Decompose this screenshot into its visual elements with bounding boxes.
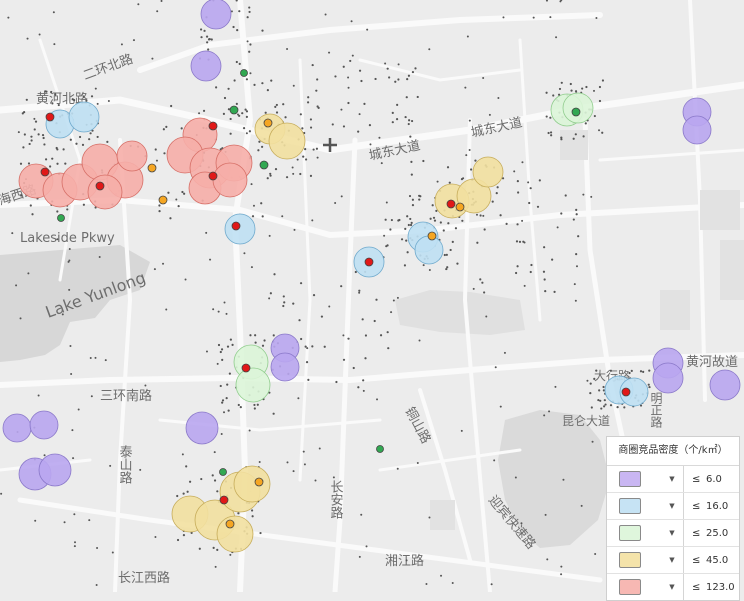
road-label-changan: 长安路 — [328, 480, 344, 519]
store-marker — [158, 195, 168, 205]
store-marker — [376, 445, 384, 453]
legend-row[interactable]: ▼ ≤ 25.0 — [607, 520, 739, 547]
road-label-mingzheng: 明正路 — [649, 392, 663, 429]
dropdown-arrow-icon[interactable]: ▼ — [665, 583, 679, 591]
legend-operator: ≤ — [692, 473, 701, 485]
legend-operator: ≤ — [692, 554, 701, 566]
store-marker — [427, 231, 437, 241]
legend-operator: ≤ — [692, 500, 701, 512]
store-marker — [219, 495, 229, 505]
legend-divider — [683, 547, 684, 573]
legend-swatch — [619, 498, 641, 514]
store-marker — [364, 257, 374, 267]
legend-divider — [683, 493, 684, 519]
road-label-xiangjiang: 湘江路 — [385, 553, 424, 569]
store-marker — [147, 163, 157, 173]
legend-swatch — [619, 552, 641, 568]
road-label-changjiang-xi: 长江西路 — [118, 570, 170, 586]
store-marker — [241, 363, 251, 373]
road-label-huanghe-gu: 黄河故道 — [686, 355, 738, 370]
store-marker — [57, 214, 65, 222]
legend-swatch — [619, 471, 641, 487]
store-marker — [95, 181, 105, 191]
legend-swatch — [619, 525, 641, 541]
store-marker — [254, 477, 264, 487]
legend-operator: ≤ — [692, 581, 701, 593]
dropdown-arrow-icon[interactable]: ▼ — [665, 475, 679, 483]
legend-divider — [683, 520, 684, 546]
store-marker — [225, 519, 235, 529]
road-label-sanhuan-nan: 三环南路 — [100, 388, 152, 404]
dropdown-arrow-icon[interactable]: ▼ — [665, 529, 679, 537]
legend-value: 16.0 — [706, 500, 729, 512]
road-label-taishan: 泰山路 — [117, 445, 133, 484]
store-marker — [40, 167, 50, 177]
legend-row[interactable]: ▼ ≤ 123.0 — [607, 574, 739, 600]
store-marker — [446, 199, 456, 209]
legend-value: 25.0 — [706, 527, 729, 539]
legend-value: 45.0 — [706, 554, 729, 566]
legend-value: 123.0 — [706, 581, 735, 593]
legend-swatch — [619, 579, 641, 595]
legend-title: 商圈竞品密度（个/k㎡） — [607, 437, 739, 466]
legend-row[interactable]: ▼ ≤ 45.0 — [607, 547, 739, 574]
dropdown-arrow-icon[interactable]: ▼ — [665, 556, 679, 564]
store-marker — [208, 171, 218, 181]
road-label-kunlun: 昆仑大道 — [562, 414, 610, 428]
store-marker — [45, 112, 55, 122]
legend-row[interactable]: ▼ ≤ 6.0 — [607, 466, 739, 493]
store-marker — [229, 105, 239, 115]
density-legend: 商圈竞品密度（个/k㎡） ▼ ≤ 6.0 ▼ ≤ 16.0 ▼ ≤ 25.0 ▼… — [606, 436, 740, 601]
legend-divider — [683, 574, 684, 600]
road-label-lakeside: Lakeside Pkwy — [20, 231, 115, 246]
legend-row[interactable]: ▼ ≤ 16.0 — [607, 493, 739, 520]
store-marker — [219, 468, 227, 476]
store-marker — [208, 121, 218, 131]
legend-value: 6.0 — [706, 473, 722, 485]
store-marker — [231, 221, 241, 231]
store-marker — [455, 202, 465, 212]
store-marker — [240, 69, 248, 77]
legend-divider — [683, 466, 684, 492]
dropdown-arrow-icon[interactable]: ▼ — [665, 502, 679, 510]
store-marker — [621, 387, 631, 397]
store-marker — [263, 118, 273, 128]
store-marker — [259, 160, 269, 170]
legend-operator: ≤ — [692, 527, 701, 539]
store-marker — [571, 107, 581, 117]
